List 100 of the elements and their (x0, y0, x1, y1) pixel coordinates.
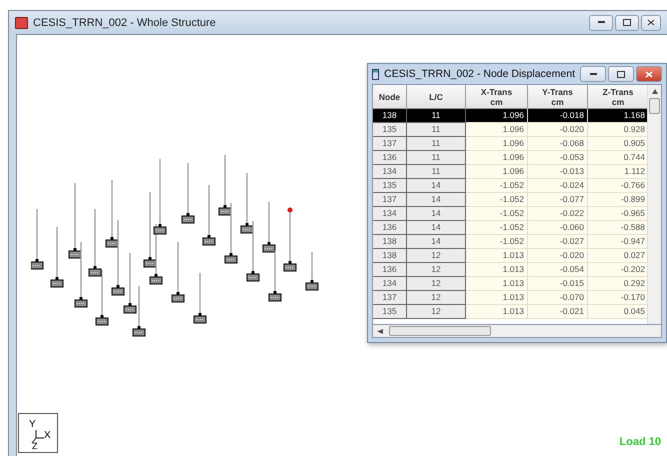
column-header: Y-Trans cm (528, 85, 588, 109)
table-cell: 11 (407, 165, 466, 179)
table-cell: 0.292 (588, 277, 647, 291)
table-cell: 11 (407, 109, 466, 123)
table-cell: 12 (407, 249, 466, 263)
table-cell: -0.021 (528, 305, 588, 319)
table-cell: 138 (373, 249, 407, 263)
table-cell: 137 (373, 291, 407, 305)
table-cell: 1.013 (466, 277, 528, 291)
table-cell: 1.096 (466, 109, 528, 123)
table-cell: -1.052 (466, 235, 528, 249)
table-cell: 14 (407, 235, 466, 249)
table-cell: -0.060 (528, 221, 588, 235)
table-cell: -1.052 (466, 207, 528, 221)
table-cell: -0.020 (528, 123, 588, 137)
table-cell: 11 (407, 151, 466, 165)
table-cell: -0.077 (528, 193, 588, 207)
table-cell: -0.766 (588, 179, 647, 193)
table-cell: 137 (373, 137, 407, 151)
minimize-button[interactable] (589, 14, 613, 30)
column-header: Node (373, 85, 407, 109)
table-cell: 136 (373, 151, 407, 165)
table-cell: -0.899 (588, 193, 647, 207)
scroll-left-arrow-icon[interactable] (377, 328, 383, 334)
table-cell: -0.070 (528, 291, 588, 305)
table-cell: 134 (373, 277, 407, 291)
maximize-icon (617, 70, 625, 78)
table-cell: -0.170 (588, 291, 647, 305)
close-icon (645, 70, 653, 78)
table-cell: 1.096 (466, 123, 528, 137)
table-cell: -0.202 (588, 263, 647, 277)
table-cell: 134 (373, 207, 407, 221)
table-cell: -0.020 (528, 249, 588, 263)
table-cell: 136 (373, 263, 407, 277)
table-cell: 11 (407, 123, 466, 137)
table-cell: -1.052 (466, 193, 528, 207)
table-cell: 1.013 (466, 249, 528, 263)
horizontal-scrollbar[interactable] (372, 325, 662, 338)
table-cell: -1.052 (466, 221, 528, 235)
table-cell: -0.024 (528, 179, 588, 193)
column-header: L/C (407, 85, 466, 109)
scrollbar-thumb[interactable] (649, 98, 660, 114)
table-cell: 137 (373, 193, 407, 207)
table-cell: 0.928 (588, 123, 647, 137)
table-icon (372, 68, 380, 80)
table-cell: -0.013 (528, 165, 588, 179)
table-cell: 14 (407, 207, 466, 221)
close-icon (647, 19, 655, 26)
table-cell: 14 (407, 193, 466, 207)
table-cell: -0.947 (588, 235, 647, 249)
table-cell: -0.068 (528, 137, 588, 151)
table-cell: 136 (373, 221, 407, 235)
scroll-up-arrow-icon[interactable] (652, 89, 658, 94)
close-button[interactable] (636, 66, 662, 82)
table-cell: -0.018 (528, 109, 588, 123)
window-title: CESIS_TRRN_002 - Node Displacement (384, 68, 575, 80)
table-cell: -0.054 (528, 263, 588, 277)
table-cell: 12 (407, 277, 466, 291)
load-label: Load 10 (619, 436, 661, 448)
vertical-scrollbar[interactable] (647, 85, 661, 324)
app-icon (15, 16, 28, 28)
table-cell: -0.022 (528, 207, 588, 221)
table-cell: 0.045 (588, 305, 647, 319)
maximize-icon (623, 19, 631, 26)
table-cell: -0.588 (588, 221, 647, 235)
table-cell: 12 (407, 305, 466, 319)
table-cell: 14 (407, 179, 466, 193)
table-cell: -1.052 (466, 179, 528, 193)
table-cell: 12 (407, 291, 466, 305)
table-cell: 0.027 (588, 249, 647, 263)
table-cell: 135 (373, 305, 407, 319)
table-cell: 1.096 (466, 137, 528, 151)
table-cell: -0.027 (528, 235, 588, 249)
maximize-button[interactable] (615, 14, 639, 30)
table-cell: 1.096 (466, 151, 528, 165)
table-cell: 14 (407, 221, 466, 235)
table-cell: -0.053 (528, 151, 588, 165)
table-cell: 138 (373, 109, 407, 123)
table-cell: 11 (407, 137, 466, 151)
table-cell: 12 (407, 263, 466, 277)
table-cell: 135 (373, 123, 407, 137)
column-header: Z-Trans cm (588, 85, 647, 109)
window-title: CESIS_TRRN_002 - Whole Structure (33, 16, 217, 28)
minimize-icon (598, 21, 604, 24)
minimize-icon (590, 72, 596, 76)
maximize-button[interactable] (608, 66, 634, 82)
table-cell: 1.096 (466, 165, 528, 179)
table-cell: 1.013 (466, 291, 528, 305)
table-cell: -0.015 (528, 277, 588, 291)
table-cell: 1.013 (466, 305, 528, 319)
table-cell: 138 (373, 235, 407, 249)
minimize-button[interactable] (580, 66, 606, 82)
table-cell: 1.112 (588, 165, 647, 179)
scrollbar-thumb[interactable] (389, 326, 491, 336)
close-button[interactable] (641, 14, 661, 30)
column-header: X-Trans cm (466, 85, 528, 109)
table-cell: 135 (373, 179, 407, 193)
table-cell: 0.905 (588, 137, 647, 151)
table-cell: 0.744 (588, 151, 647, 165)
table-cell: 1.013 (466, 263, 528, 277)
